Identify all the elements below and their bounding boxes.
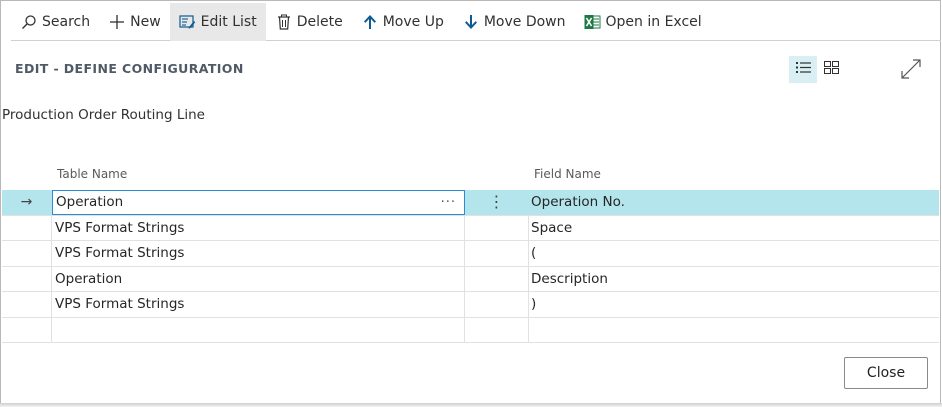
search-button[interactable]: Search bbox=[11, 3, 99, 41]
field-name-value: ( bbox=[531, 245, 537, 262]
table-row[interactable]: → Operation ··· ⋮ Operation No. bbox=[2, 190, 939, 216]
list-view-icon bbox=[795, 61, 811, 78]
table-name-cell[interactable]: Operation bbox=[52, 266, 465, 291]
row-menu-cell bbox=[465, 215, 529, 240]
delete-button[interactable]: Delete bbox=[266, 3, 352, 41]
row-indicator bbox=[2, 241, 52, 266]
table-row[interactable]: VPS Format Strings Space bbox=[2, 215, 939, 241]
row-menu-cell bbox=[465, 317, 529, 342]
table-row[interactable]: VPS Format Strings ( bbox=[2, 241, 939, 267]
tile-view-icon bbox=[823, 61, 839, 78]
list-view-button[interactable] bbox=[789, 56, 817, 83]
tile-view-button[interactable] bbox=[817, 56, 845, 83]
row-actions-icon[interactable]: ⋮ bbox=[489, 194, 505, 210]
search-label: Search bbox=[42, 13, 91, 30]
table-name-cell[interactable]: VPS Format Strings bbox=[52, 215, 465, 240]
row-indicator bbox=[2, 292, 52, 317]
row-indicator: → bbox=[2, 190, 52, 215]
row-menu-cell bbox=[465, 241, 529, 266]
field-name-cell[interactable]: Space bbox=[529, 216, 939, 241]
table-name-value: VPS Format Strings bbox=[55, 219, 185, 236]
new-label: New bbox=[130, 13, 161, 30]
table-name-value: VPS Format Strings bbox=[55, 245, 185, 262]
table-name-value: Operation bbox=[56, 194, 124, 211]
field-name-value: Description bbox=[531, 270, 608, 287]
delete-label: Delete bbox=[296, 13, 343, 30]
page-title: EDIT - DEFINE CONFIGURATION bbox=[15, 61, 244, 76]
page-subtitle: Production Order Routing Line bbox=[2, 107, 205, 123]
field-name-cell[interactable]: Description bbox=[529, 267, 939, 292]
field-name-cell[interactable] bbox=[529, 318, 939, 343]
row-menu-cell bbox=[465, 292, 529, 317]
close-button[interactable]: Close bbox=[844, 357, 928, 389]
field-name-cell[interactable]: ) bbox=[529, 292, 939, 317]
edit-list-button[interactable]: Edit List bbox=[169, 2, 266, 41]
open-in-excel-label: Open in Excel bbox=[605, 13, 702, 30]
field-name-value: Operation No. bbox=[531, 194, 625, 211]
table-row-empty[interactable] bbox=[2, 317, 939, 343]
table-row[interactable]: VPS Format Strings ) bbox=[2, 292, 939, 318]
field-name-value: ) bbox=[531, 296, 537, 313]
move-down-button[interactable]: Move Down bbox=[453, 3, 575, 41]
table-name-value: VPS Format Strings bbox=[55, 296, 185, 313]
search-icon bbox=[20, 13, 38, 31]
row-menu-cell: ⋮ bbox=[465, 190, 529, 215]
arrow-up-icon bbox=[361, 13, 379, 31]
table-name-cell[interactable]: VPS Format Strings bbox=[52, 292, 465, 317]
field-name-cell[interactable]: ( bbox=[529, 241, 939, 266]
table-row[interactable]: Operation Description bbox=[2, 266, 939, 292]
table-name-input[interactable]: Operation ··· bbox=[52, 190, 465, 215]
edit-list-label: Edit List bbox=[200, 13, 257, 30]
row-indicator bbox=[2, 215, 52, 240]
plus-icon bbox=[108, 13, 126, 31]
move-up-button[interactable]: Move Up bbox=[352, 3, 453, 41]
configuration-grid: → Operation ··· ⋮ Operation No. VPS Form… bbox=[2, 190, 939, 343]
open-in-excel-button[interactable]: Open in Excel bbox=[575, 3, 711, 41]
action-bar: Search New Edit List Delete Move Up Move… bbox=[11, 2, 941, 41]
table-name-cell[interactable] bbox=[52, 317, 465, 342]
arrow-right-icon: → bbox=[20, 194, 33, 211]
field-name-value: Space bbox=[531, 219, 573, 236]
column-header-field-name[interactable]: Field Name bbox=[534, 167, 601, 181]
trash-icon bbox=[275, 13, 293, 31]
dialog-shadow bbox=[0, 403, 942, 407]
expand-button[interactable] bbox=[898, 58, 924, 84]
table-name-cell[interactable]: VPS Format Strings bbox=[52, 241, 465, 266]
column-header-table-name[interactable]: Table Name bbox=[57, 167, 127, 181]
row-indicator bbox=[2, 317, 52, 342]
lookup-ellipsis-button[interactable]: ··· bbox=[441, 195, 456, 210]
move-up-label: Move Up bbox=[382, 13, 444, 30]
move-down-label: Move Down bbox=[483, 13, 566, 30]
excel-icon bbox=[584, 13, 602, 31]
new-button[interactable]: New bbox=[99, 3, 170, 41]
arrow-down-icon bbox=[462, 13, 480, 31]
row-menu-cell bbox=[465, 266, 529, 291]
edit-list-icon bbox=[179, 13, 197, 31]
field-name-cell[interactable]: Operation No. bbox=[529, 190, 939, 215]
row-indicator bbox=[2, 266, 52, 291]
expand-icon bbox=[900, 58, 922, 84]
table-name-value: Operation bbox=[55, 270, 123, 287]
